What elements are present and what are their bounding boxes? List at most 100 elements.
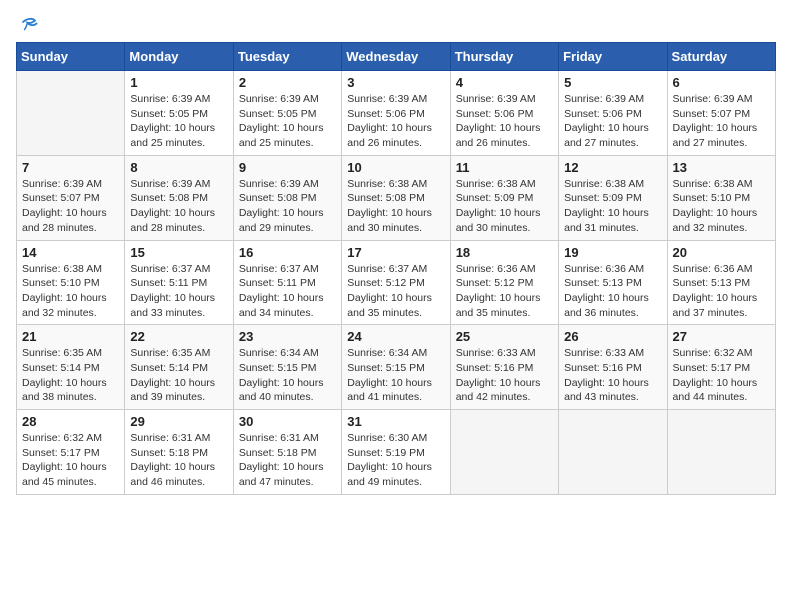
day-info: Sunrise: 6:31 AM Sunset: 5:18 PM Dayligh… — [239, 431, 336, 490]
calendar-cell: 28Sunrise: 6:32 AM Sunset: 5:17 PM Dayli… — [17, 410, 125, 495]
week-row-4: 21 Sunrise: 6:35 AM Sunset: 5:14 PM Dayli… — [17, 325, 776, 410]
day-info: Sunrise: 6:39 AM Sunset: 5:06 PM Dayligh… — [347, 92, 444, 151]
day-number: 6 — [673, 75, 770, 90]
day-number: 24 — [347, 329, 444, 344]
calendar-cell: 3 Sunrise: 6:39 AM Sunset: 5:06 PM Daylig… — [342, 71, 450, 156]
day-info: Sunrise: 6:36 AM Sunset: 5:12 PM Dayligh… — [456, 262, 553, 321]
day-number: 12 — [564, 160, 661, 175]
day-info: Sunrise: 6:31 AM Sunset: 5:18 PM Dayligh… — [130, 431, 227, 490]
day-info: Sunrise: 6:32 AM Sunset: 5:17 PM Dayligh… — [22, 431, 119, 490]
calendar-cell: 22 Sunrise: 6:35 AM Sunset: 5:14 PM Dayli… — [125, 325, 233, 410]
calendar-cell: 4 Sunrise: 6:39 AM Sunset: 5:06 PM Daylig… — [450, 71, 558, 156]
day-info: Sunrise: 6:39 AM Sunset: 5:08 PM Dayligh… — [130, 177, 227, 236]
calendar-cell: 2 Sunrise: 6:39 AM Sunset: 5:05 PM Daylig… — [233, 71, 341, 156]
header-cell-monday: Monday — [125, 43, 233, 71]
day-info: Sunrise: 6:39 AM Sunset: 5:07 PM Dayligh… — [673, 92, 770, 151]
calendar-cell: 30Sunrise: 6:31 AM Sunset: 5:18 PM Dayli… — [233, 410, 341, 495]
calendar-header: SundayMondayTuesdayWednesdayThursdayFrid… — [17, 43, 776, 71]
calendar-cell: 10 Sunrise: 6:38 AM Sunset: 5:08 PM Dayli… — [342, 155, 450, 240]
day-info: Sunrise: 6:38 AM Sunset: 5:10 PM Dayligh… — [673, 177, 770, 236]
day-number: 8 — [130, 160, 227, 175]
logo-bird-icon — [20, 16, 38, 34]
day-number: 31 — [347, 414, 444, 429]
day-info: Sunrise: 6:37 AM Sunset: 5:11 PM Dayligh… — [130, 262, 227, 321]
day-info: Sunrise: 6:39 AM Sunset: 5:07 PM Dayligh… — [22, 177, 119, 236]
calendar-cell: 14 Sunrise: 6:38 AM Sunset: 5:10 PM Dayli… — [17, 240, 125, 325]
day-info: Sunrise: 6:38 AM Sunset: 5:09 PM Dayligh… — [456, 177, 553, 236]
calendar-cell: 7 Sunrise: 6:39 AM Sunset: 5:07 PM Daylig… — [17, 155, 125, 240]
day-number: 27 — [673, 329, 770, 344]
logo — [16, 16, 38, 34]
calendar-cell: 21 Sunrise: 6:35 AM Sunset: 5:14 PM Dayli… — [17, 325, 125, 410]
day-info: Sunrise: 6:38 AM Sunset: 5:10 PM Dayligh… — [22, 262, 119, 321]
day-number: 11 — [456, 160, 553, 175]
day-info: Sunrise: 6:36 AM Sunset: 5:13 PM Dayligh… — [564, 262, 661, 321]
calendar-cell: 26Sunrise: 6:33 AM Sunset: 5:16 PM Dayli… — [559, 325, 667, 410]
day-number: 18 — [456, 245, 553, 260]
header-row: SundayMondayTuesdayWednesdayThursdayFrid… — [17, 43, 776, 71]
calendar-cell: 8 Sunrise: 6:39 AM Sunset: 5:08 PM Daylig… — [125, 155, 233, 240]
week-row-3: 14 Sunrise: 6:38 AM Sunset: 5:10 PM Dayli… — [17, 240, 776, 325]
day-info: Sunrise: 6:39 AM Sunset: 5:05 PM Dayligh… — [239, 92, 336, 151]
day-number: 9 — [239, 160, 336, 175]
day-number: 20 — [673, 245, 770, 260]
day-number: 17 — [347, 245, 444, 260]
header-cell-wednesday: Wednesday — [342, 43, 450, 71]
day-number: 7 — [22, 160, 119, 175]
day-info: Sunrise: 6:38 AM Sunset: 5:08 PM Dayligh… — [347, 177, 444, 236]
day-number: 1 — [130, 75, 227, 90]
calendar-cell: 9 Sunrise: 6:39 AM Sunset: 5:08 PM Daylig… — [233, 155, 341, 240]
calendar-cell: 13 Sunrise: 6:38 AM Sunset: 5:10 PM Dayli… — [667, 155, 775, 240]
day-number: 3 — [347, 75, 444, 90]
calendar-cell: 5 Sunrise: 6:39 AM Sunset: 5:06 PM Daylig… — [559, 71, 667, 156]
calendar-cell — [17, 71, 125, 156]
calendar-cell: 6 Sunrise: 6:39 AM Sunset: 5:07 PM Daylig… — [667, 71, 775, 156]
calendar-cell: 11 Sunrise: 6:38 AM Sunset: 5:09 PM Dayli… — [450, 155, 558, 240]
page-header — [16, 16, 776, 34]
calendar-cell: 24 Sunrise: 6:34 AM Sunset: 5:15 PM Dayli… — [342, 325, 450, 410]
day-number: 10 — [347, 160, 444, 175]
day-info: Sunrise: 6:34 AM Sunset: 5:15 PM Dayligh… — [239, 346, 336, 405]
day-number: 25 — [456, 329, 553, 344]
day-info: Sunrise: 6:35 AM Sunset: 5:14 PM Dayligh… — [130, 346, 227, 405]
week-row-2: 7 Sunrise: 6:39 AM Sunset: 5:07 PM Daylig… — [17, 155, 776, 240]
calendar-cell: 1 Sunrise: 6:39 AM Sunset: 5:05 PM Daylig… — [125, 71, 233, 156]
day-number: 22 — [130, 329, 227, 344]
day-number: 21 — [22, 329, 119, 344]
day-info: Sunrise: 6:39 AM Sunset: 5:06 PM Dayligh… — [564, 92, 661, 151]
day-number: 23 — [239, 329, 336, 344]
day-info: Sunrise: 6:39 AM Sunset: 5:06 PM Dayligh… — [456, 92, 553, 151]
day-info: Sunrise: 6:33 AM Sunset: 5:16 PM Dayligh… — [564, 346, 661, 405]
calendar-cell — [559, 410, 667, 495]
day-info: Sunrise: 6:39 AM Sunset: 5:05 PM Dayligh… — [130, 92, 227, 151]
day-info: Sunrise: 6:35 AM Sunset: 5:14 PM Dayligh… — [22, 346, 119, 405]
day-number: 29 — [130, 414, 227, 429]
day-number: 16 — [239, 245, 336, 260]
calendar-cell: 31 Sunrise: 6:30 AM Sunset: 5:19 PM Dayli… — [342, 410, 450, 495]
calendar-cell: 15 Sunrise: 6:37 AM Sunset: 5:11 PM Dayli… — [125, 240, 233, 325]
day-info: Sunrise: 6:30 AM Sunset: 5:19 PM Dayligh… — [347, 431, 444, 490]
day-info: Sunrise: 6:32 AM Sunset: 5:17 PM Dayligh… — [673, 346, 770, 405]
header-cell-saturday: Saturday — [667, 43, 775, 71]
calendar-cell: 16 Sunrise: 6:37 AM Sunset: 5:11 PM Dayli… — [233, 240, 341, 325]
header-cell-tuesday: Tuesday — [233, 43, 341, 71]
calendar-body: 1 Sunrise: 6:39 AM Sunset: 5:05 PM Daylig… — [17, 71, 776, 495]
day-number: 14 — [22, 245, 119, 260]
day-info: Sunrise: 6:37 AM Sunset: 5:11 PM Dayligh… — [239, 262, 336, 321]
day-number: 2 — [239, 75, 336, 90]
day-number: 15 — [130, 245, 227, 260]
header-cell-friday: Friday — [559, 43, 667, 71]
calendar-cell: 23 Sunrise: 6:34 AM Sunset: 5:15 PM Dayli… — [233, 325, 341, 410]
calendar-table: SundayMondayTuesdayWednesdayThursdayFrid… — [16, 42, 776, 495]
day-number: 5 — [564, 75, 661, 90]
day-info: Sunrise: 6:34 AM Sunset: 5:15 PM Dayligh… — [347, 346, 444, 405]
day-info: Sunrise: 6:38 AM Sunset: 5:09 PM Dayligh… — [564, 177, 661, 236]
day-number: 13 — [673, 160, 770, 175]
calendar-cell: 17Sunrise: 6:37 AM Sunset: 5:12 PM Dayli… — [342, 240, 450, 325]
calendar-cell — [667, 410, 775, 495]
day-info: Sunrise: 6:39 AM Sunset: 5:08 PM Dayligh… — [239, 177, 336, 236]
day-info: Sunrise: 6:36 AM Sunset: 5:13 PM Dayligh… — [673, 262, 770, 321]
calendar-cell: 27 Sunrise: 6:32 AM Sunset: 5:17 PM Dayli… — [667, 325, 775, 410]
header-cell-sunday: Sunday — [17, 43, 125, 71]
day-number: 4 — [456, 75, 553, 90]
